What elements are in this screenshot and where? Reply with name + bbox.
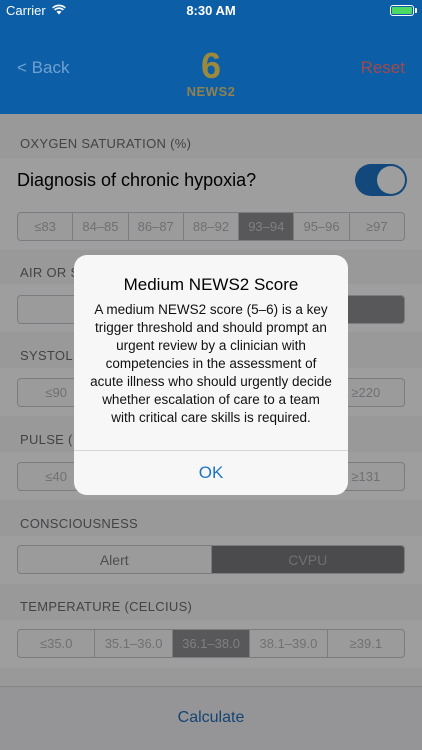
reset-button[interactable]: Reset — [361, 58, 405, 78]
navigation-bar: < Back 6 NEWS2 Reset — [0, 22, 422, 114]
clock: 8:30 AM — [186, 3, 236, 18]
alert-title: Medium NEWS2 Score — [123, 275, 299, 294]
news2-alert-dialog: Medium NEWS2 Score A medium NEWS2 score … — [74, 255, 348, 495]
alert-message: A medium NEWS2 score (5–6) is a key trig… — [90, 302, 332, 425]
battery-icon — [390, 5, 414, 16]
alert-ok-button[interactable]: OK — [74, 451, 348, 495]
battery-tip — [415, 8, 417, 13]
status-bar: Carrier 8:30 AM — [0, 0, 422, 22]
news2-score-value: 6 — [200, 45, 222, 86]
news2-score-label: NEWS2 — [186, 84, 236, 99]
